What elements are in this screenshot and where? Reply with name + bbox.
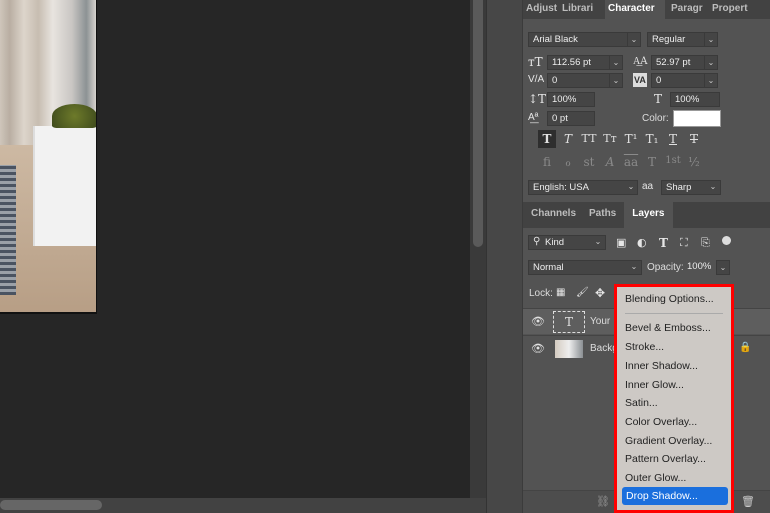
text-layer-thumbnail: T [553,311,585,333]
faux-italic-button[interactable]: T [559,130,577,148]
menu-item-satin[interactable]: Satin... [625,394,658,412]
opentype-buttons: fi ℴ st A aa T 1st ½ [538,155,708,173]
smart-object-filter-icon[interactable]: ⎘ [701,236,710,250]
horizontal-scale-input[interactable]: 100% [670,92,720,107]
chevron-down-icon[interactable]: ⌄ [609,55,623,70]
tab-properties[interactable]: Propert [709,0,759,19]
panel-gutter [486,0,522,513]
chevron-down-icon[interactable]: ⌄ [609,73,623,88]
lock-transparent-pixels-icon[interactable]: ▦ [556,286,565,300]
tab-paths[interactable]: Paths [581,202,624,228]
underline-button[interactable]: T [664,130,682,148]
chevron-down-icon[interactable]: ⌄ [704,32,718,47]
layers-panel-tabs: Channels Paths Layers [523,202,770,228]
leading-icon: A͟A [633,56,648,67]
chevron-down-icon[interactable]: ⌄ [706,180,720,195]
strikethrough-button[interactable]: T [685,130,703,148]
eye-icon[interactable]: 👁 [531,315,545,328]
titling-alternates-button[interactable]: T [643,155,661,169]
search-icon: ⚲ [533,236,541,247]
kerning-icon: V/A [528,74,545,85]
subscript-button[interactable]: T₁ [643,130,661,148]
horizontal-scrollbar-thumb[interactable] [0,500,102,510]
menu-item-pattern-overlay[interactable]: Pattern Overlay... [625,450,706,468]
baseline-shift-input[interactable]: 0 pt [547,111,595,126]
menu-item-blending-options[interactable]: Blending Options... [625,290,714,308]
tracking-input[interactable]: 0 [651,73,707,88]
vertical-scale-input[interactable]: 100% [547,92,595,107]
move-icon[interactable]: ✥ [595,286,605,300]
chevron-down-icon[interactable]: ⌄ [716,260,730,275]
brush-icon[interactable]: 🖌 [576,286,589,300]
chevron-down-icon[interactable]: ⌄ [591,235,605,250]
image-filter-icon[interactable]: ▣ [616,236,626,250]
antialias-icon: aa [642,181,654,192]
tab-channels[interactable]: Channels [523,202,581,228]
menu-item-inner-glow[interactable]: Inner Glow... [625,376,684,394]
horizontal-scale-icon: T [654,92,663,106]
lock-label: Lock: [529,288,553,299]
link-layers-icon[interactable]: ⛓ [596,495,610,508]
font-size-icon: ᴛT [528,55,543,69]
menu-item-color-overlay[interactable]: Color Overlay... [625,413,697,431]
tracking-icon: VA [633,73,647,87]
chevron-down-icon[interactable]: ⌄ [627,32,641,47]
menu-item-inner-shadow[interactable]: Inner Shadow... [625,357,698,375]
eye-icon[interactable]: 👁 [531,342,545,355]
stylistic-alternates-button[interactable]: aa [622,155,640,169]
opacity-label: Opacity: [647,262,684,273]
faux-bold-button[interactable]: T [538,130,556,148]
layer-name[interactable]: Your [590,316,610,327]
font-style-select[interactable]: Regular [647,32,705,47]
ordinals-button[interactable]: 1st [664,155,682,166]
menu-item-gradient-overlay[interactable]: Gradient Overlay... [625,432,712,450]
type-style-buttons: T T TT Tт T¹ T₁ T T [538,130,698,148]
layer-style-menu: Blending Options... Bevel & Emboss... St… [614,284,734,513]
small-caps-button[interactable]: Tт [601,130,619,148]
adjustment-filter-icon[interactable]: ◐ [637,236,647,250]
image-preview [0,0,97,314]
swash-button[interactable]: A [601,155,619,169]
tab-libraries[interactable]: Librari [559,0,605,19]
tab-adjustments[interactable]: Adjust [523,0,559,19]
vertical-scrollbar-thumb[interactable] [473,0,483,247]
menu-item-outer-glow[interactable]: Outer Glow... [625,469,686,487]
menu-item-bevel-emboss[interactable]: Bevel & Emboss... [625,319,711,337]
vertical-scale-icon: ↕T [528,92,547,106]
color-label: Color: [642,113,669,124]
menu-item-drop-shadow[interactable]: Drop Shadow... [622,487,728,505]
superscript-button[interactable]: T¹ [622,130,640,148]
tab-layers[interactable]: Layers [624,202,673,228]
tab-character[interactable]: Character [605,0,665,19]
kerning-input[interactable]: 0 [547,73,610,88]
fractions-button[interactable]: ½ [685,155,703,169]
font-size-input[interactable]: 112.56 pt [547,55,610,70]
color-swatch[interactable] [673,110,721,127]
trash-icon[interactable]: 🗑 [741,495,755,508]
blend-mode-select[interactable]: Normal [528,260,642,275]
all-caps-button[interactable]: TT [580,130,598,148]
shape-filter-icon[interactable]: ⛶ [680,236,688,250]
menu-item-stroke[interactable]: Stroke... [625,338,664,356]
language-select[interactable]: English: USA [528,180,638,195]
lock-icon: 🔒 [739,342,752,353]
filter-toggle-icon[interactable] [722,236,731,245]
chevron-down-icon[interactable]: ⌄ [704,73,718,88]
tab-paragraph[interactable]: Paragr [665,0,709,19]
opacity-input[interactable]: 100% [685,260,715,275]
chevron-down-icon[interactable]: ⌄ [704,55,718,70]
font-family-select[interactable]: Arial Black [528,32,628,47]
chevron-down-icon[interactable]: ⌄ [627,260,641,275]
discretionary-ligature-button[interactable]: st [580,155,598,169]
leading-input[interactable]: 52.97 pt [651,55,707,70]
ligature-button[interactable]: fi [538,155,556,169]
character-panel-tabs: Adjust Librari Character Paragr Propert [523,0,770,19]
chevron-down-icon[interactable]: ⌄ [624,180,638,195]
menu-separator [625,313,723,314]
baseline-shift-icon: A͟ª [528,112,539,123]
type-filter-icon[interactable]: T [659,236,668,250]
old-style-button[interactable]: ℴ [559,155,577,169]
image-layer-thumbnail [555,340,583,358]
